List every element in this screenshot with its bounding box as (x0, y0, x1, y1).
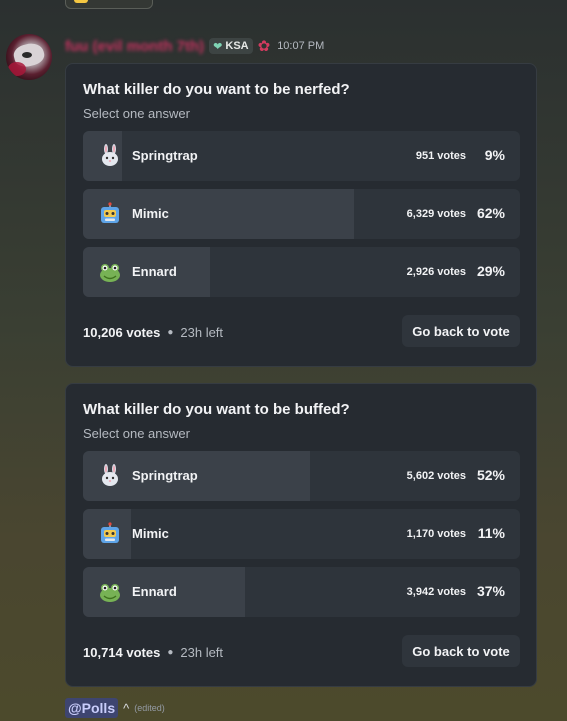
answer-label: Ennard (132, 264, 177, 279)
answer-votes: 1,170 votes (406, 528, 466, 540)
reaction-emoji-icon (74, 0, 88, 3)
message-header: fuu (evil month 7th) ❤ KSA ✿ 10:07 PM (65, 37, 324, 55)
poll-answer[interactable]: Ennard 3,942 votes 37% (83, 567, 520, 617)
previous-reaction[interactable] (65, 0, 153, 9)
answer-percent: 11% (477, 525, 505, 541)
heart-icon: ❤ (213, 40, 223, 53)
answer-label: Mimic (132, 206, 169, 221)
poll-answer[interactable]: Springtrap 5,602 votes 52% (83, 451, 520, 501)
time-left: 23h left (180, 645, 224, 660)
frog-icon (97, 259, 123, 285)
avatar[interactable] (6, 34, 52, 80)
poll-subtitle: Select one answer (83, 106, 190, 121)
poll-card: What killer do you want to be nerfed? Se… (65, 63, 537, 367)
answer-percent: 29% (476, 263, 505, 279)
guild-tag[interactable]: ❤ KSA (209, 38, 253, 54)
poll-answer[interactable]: Springtrap 951 votes 9% (83, 131, 520, 181)
frog-icon (97, 579, 123, 605)
answer-percent: 37% (476, 583, 505, 599)
timestamp[interactable]: 10:07 PM (277, 40, 324, 52)
rabbit-icon (97, 143, 123, 169)
total-votes[interactable]: 10,714 votes (83, 645, 160, 660)
vote-share-bar (83, 189, 354, 239)
caret-text: ^ (123, 700, 130, 716)
answer-votes: 3,942 votes (406, 586, 466, 598)
robot-icon (97, 521, 123, 547)
robot-icon (97, 201, 123, 227)
answer-votes: 951 votes (415, 150, 466, 162)
total-votes[interactable]: 10,206 votes (83, 325, 160, 340)
rabbit-icon (97, 463, 123, 489)
guild-tag-label: KSA (225, 40, 249, 52)
poll-answer[interactable]: Mimic 1,170 votes 11% (83, 509, 520, 559)
answer-votes: 6,329 votes (406, 208, 466, 220)
edited-label: (edited) (134, 703, 165, 713)
separator-dot: ● (167, 647, 174, 658)
poll-answer[interactable]: Ennard 2,926 votes 29% (83, 247, 520, 297)
role-mention[interactable]: @Polls (65, 698, 119, 718)
go-back-to-vote-button[interactable]: Go back to vote (402, 635, 520, 667)
go-back-to-vote-button[interactable]: Go back to vote (402, 315, 520, 347)
poll-question: What killer do you want to be nerfed? (83, 81, 350, 98)
answer-label: Springtrap (132, 148, 198, 163)
poll-footer: 10,206 votes ● 23h left (83, 325, 223, 340)
poll-subtitle: Select one answer (83, 426, 190, 441)
username[interactable]: fuu (evil month 7th) (65, 38, 204, 55)
time-left: 23h left (180, 325, 224, 340)
answer-votes: 2,926 votes (406, 266, 466, 278)
answer-percent: 62% (476, 205, 505, 221)
poll-question: What killer do you want to be buffed? (83, 401, 350, 418)
message-content: @Polls ^ (edited) (65, 698, 165, 718)
separator-dot: ● (167, 327, 174, 338)
answer-label: Springtrap (132, 468, 198, 483)
poll-card: What killer do you want to be buffed? Se… (65, 383, 537, 687)
poll-answer[interactable]: Mimic 6,329 votes 62% (83, 189, 520, 239)
decoration-icon: ✿ (257, 37, 271, 55)
answer-votes: 5,602 votes (406, 470, 466, 482)
answer-percent: 9% (484, 147, 505, 163)
answer-label: Ennard (132, 584, 177, 599)
answer-percent: 52% (476, 467, 505, 483)
poll-footer: 10,714 votes ● 23h left (83, 645, 223, 660)
answer-label: Mimic (132, 526, 169, 541)
